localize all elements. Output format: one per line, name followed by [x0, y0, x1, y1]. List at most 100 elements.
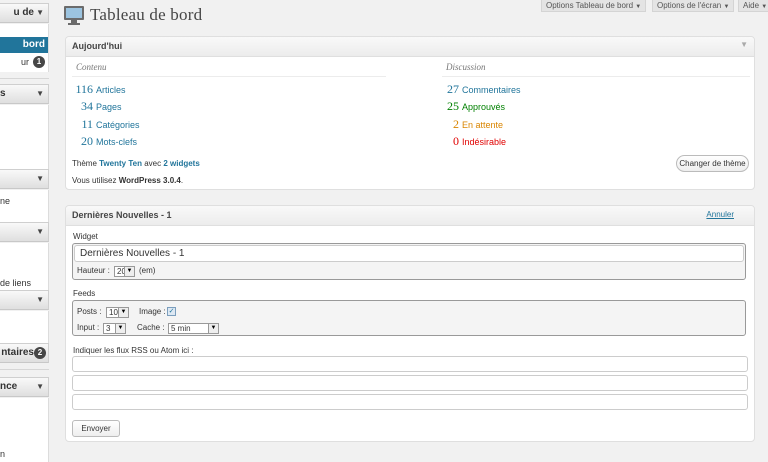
- screen-options-button[interactable]: Options de l'écran ▼: [652, 0, 735, 12]
- sidebar-item-links[interactable]: de liens: [0, 275, 48, 290]
- image-label: Image :: [139, 307, 166, 316]
- stat-pages[interactable]: 34 Pages: [74, 99, 122, 114]
- image-checkbox[interactable]: ✓: [167, 307, 176, 316]
- menu-appearance-header[interactable]: nce ▼: [0, 377, 49, 397]
- cache-value: 5 min: [171, 324, 191, 333]
- toggle-arrow-icon[interactable]: ▼: [740, 40, 748, 49]
- collapse-arrow-icon[interactable]: ▼: [36, 223, 44, 241]
- menu-dashboard-body: bord ur 1: [0, 24, 49, 72]
- stat-articles[interactable]: 116 Articles: [74, 82, 126, 97]
- stat-comments-label[interactable]: Commentaires: [462, 85, 521, 95]
- menu-comments-header[interactable]: ntaires 2: [0, 343, 49, 363]
- chevron-down-icon: ▼: [761, 4, 768, 10]
- right-now-title: Aujourd'hui: [72, 41, 123, 51]
- feeds-fieldset: Posts : 10 ▼ Image : ✓ Input : 3 ▼ Cache…: [72, 300, 746, 336]
- chevron-down-icon: ▼: [635, 4, 642, 10]
- stat-pages-label[interactable]: Pages: [96, 102, 122, 112]
- admin-sidebar: u de ▼ bord ur 1 s ▼ ▼ ne ▼ de liens ▼ n: [0, 0, 49, 462]
- chevron-down-icon: ▼: [124, 267, 134, 276]
- rss-url-input-2[interactable]: [72, 375, 748, 391]
- sidebar-item-appearance-sub[interactable]: n: [0, 446, 48, 462]
- theme-mid-text: avec: [144, 159, 162, 168]
- sidebar-item-dashboard[interactable]: bord: [0, 37, 48, 53]
- help-button[interactable]: Aide ▼: [738, 0, 768, 12]
- change-theme-button[interactable]: Changer de thème: [676, 155, 749, 172]
- cancel-link[interactable]: Annuler: [706, 210, 734, 219]
- menu-links-body: de liens: [0, 243, 49, 290]
- sidebar-separator: [0, 78, 49, 79]
- sidebar-item-links-label: de liens: [0, 278, 32, 288]
- stat-categories-label[interactable]: Catégories: [96, 120, 140, 130]
- posts-value: 10: [109, 308, 118, 317]
- stat-categories-count[interactable]: 11: [74, 117, 93, 132]
- right-now-header[interactable]: Aujourd'hui ▼: [66, 37, 754, 57]
- height-select[interactable]: 20 ▼: [114, 266, 135, 277]
- rss-url-input-1[interactable]: [72, 356, 748, 372]
- sidebar-separator: [0, 369, 49, 370]
- sidebar-item-appearance-sub-label: n: [0, 449, 6, 459]
- input-select[interactable]: 3 ▼: [103, 323, 126, 334]
- stat-pending-label[interactable]: En attente: [462, 120, 503, 130]
- cache-select[interactable]: 5 min ▼: [168, 323, 219, 334]
- menu-pages-body: [0, 311, 49, 343]
- stat-articles-count[interactable]: 116: [74, 82, 93, 97]
- chevron-down-icon: ▼: [115, 324, 125, 333]
- sidebar-item-updates[interactable]: ur 1: [0, 54, 48, 70]
- stat-tags-count[interactable]: 20: [74, 134, 93, 149]
- sidebar-item-theme[interactable]: ne: [0, 193, 48, 209]
- stat-pending-count[interactable]: 2: [444, 117, 459, 132]
- collapse-arrow-icon[interactable]: ▼: [36, 291, 44, 309]
- rss-label: Indiquer les flux RSS ou Atom ici :: [73, 346, 194, 355]
- widget-fieldset: Dernières Nouvelles - 1 Hauteur : 20 ▼ (…: [72, 243, 746, 280]
- stat-tags[interactable]: 20 Mots-clefs: [74, 134, 137, 149]
- updates-count-badge: 1: [33, 56, 45, 68]
- menu-posts-header[interactable]: s ▼: [0, 84, 49, 104]
- height-label: Hauteur :: [77, 266, 110, 275]
- menu-dashboard-header[interactable]: u de ▼: [0, 3, 49, 23]
- menu-posts-label: s: [0, 88, 6, 99]
- dashboard-options-button[interactable]: Options Tableau de bord ▼: [541, 0, 647, 12]
- dashboard-icon: [64, 6, 84, 25]
- theme-name-link[interactable]: Twenty Ten: [99, 159, 142, 168]
- news-widget-header[interactable]: Dernières Nouvelles - 1 Annuler: [66, 206, 754, 226]
- stat-approved[interactable]: 25 Approuvés: [444, 99, 505, 114]
- stat-approved-count[interactable]: 25: [444, 99, 459, 114]
- collapse-arrow-icon[interactable]: ▼: [36, 378, 44, 396]
- menu-appearance-body: n: [0, 398, 49, 462]
- cache-label: Cache :: [137, 323, 165, 332]
- stat-comments-count[interactable]: 27: [444, 82, 459, 97]
- stat-categories[interactable]: 11 Catégories: [74, 117, 140, 132]
- stat-articles-label[interactable]: Articles: [96, 85, 126, 95]
- widget-title-input[interactable]: Dernières Nouvelles - 1: [74, 245, 744, 262]
- stat-pending[interactable]: 2 En attente: [444, 117, 503, 132]
- stat-spam[interactable]: 0 Indésirable: [444, 134, 506, 149]
- wordpress-version: WordPress 3.0.4: [118, 176, 181, 185]
- dashboard-options-label: Options Tableau de bord: [546, 1, 634, 10]
- stat-comments[interactable]: 27 Commentaires: [444, 82, 521, 97]
- menu-links-header[interactable]: ▼: [0, 222, 49, 242]
- content-heading: Contenu: [76, 62, 107, 72]
- stat-spam-count[interactable]: 0: [444, 134, 459, 149]
- widgets-link[interactable]: 2 widgets: [163, 159, 199, 168]
- stat-approved-label[interactable]: Approuvés: [462, 102, 505, 112]
- sidebar-item-updates-label: ur: [20, 57, 29, 67]
- height-unit: (em): [139, 266, 156, 275]
- stat-tags-label[interactable]: Mots-clefs: [96, 137, 137, 147]
- collapse-arrow-icon[interactable]: ▼: [36, 85, 44, 103]
- input-value: 3: [106, 324, 111, 333]
- posts-select[interactable]: 10 ▼: [106, 307, 129, 318]
- collapse-arrow-icon[interactable]: ▼: [36, 4, 44, 22]
- menu-media-body: ne: [0, 190, 49, 222]
- version-info: Vous utilisez WordPress 3.0.4.: [72, 176, 183, 185]
- collapse-arrow-icon[interactable]: ▼: [36, 170, 44, 188]
- menu-posts-body: [0, 105, 49, 169]
- rss-url-input-3[interactable]: [72, 394, 748, 410]
- menu-media-header[interactable]: ▼: [0, 169, 49, 189]
- content-divider: [72, 76, 386, 77]
- stat-spam-label[interactable]: Indésirable: [462, 137, 506, 147]
- comments-count-badge: 2: [34, 347, 46, 359]
- submit-button[interactable]: Envoyer: [72, 420, 120, 437]
- version-suffix: .: [180, 176, 184, 185]
- menu-pages-header[interactable]: ▼: [0, 290, 49, 310]
- stat-pages-count[interactable]: 34: [74, 99, 93, 114]
